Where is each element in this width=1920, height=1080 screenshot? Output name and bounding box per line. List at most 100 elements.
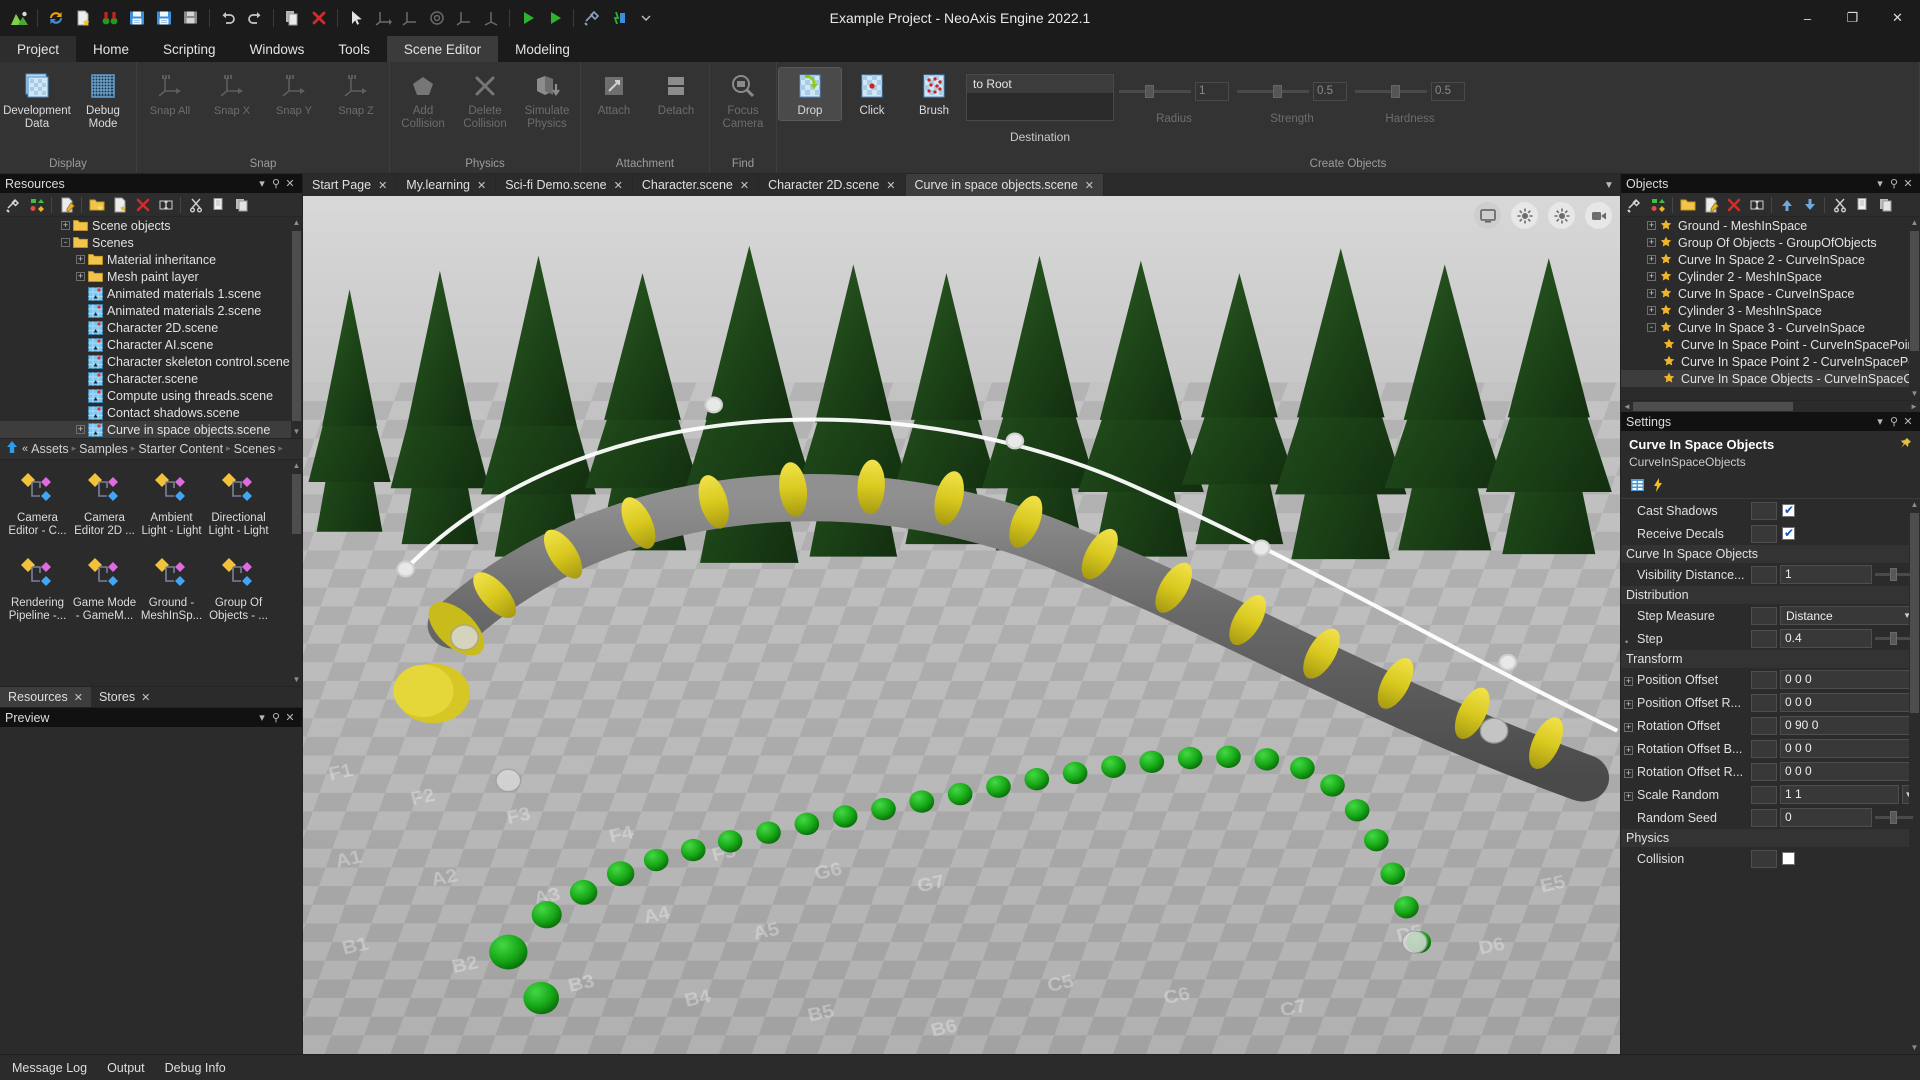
property-text-field[interactable]: 0 0 0 <box>1780 693 1915 712</box>
property-text-field[interactable]: 0 0 0 <box>1780 739 1915 758</box>
camera-video-icon[interactable] <box>1585 202 1612 229</box>
tree-expander-icon[interactable]: + <box>1645 304 1658 317</box>
edit-object-icon[interactable] <box>1700 195 1721 215</box>
scroll-right-icon[interactable]: ► <box>1908 402 1920 411</box>
double-left-icon[interactable]: « <box>22 443 28 455</box>
objects-tree-hscrollbar[interactable]: ◄ ► <box>1621 400 1920 412</box>
document-tab[interactable]: Start Page ✕ <box>303 174 398 196</box>
asset-item[interactable]: Ground - MeshInSp... <box>138 551 205 636</box>
refresh-icon[interactable] <box>43 5 69 31</box>
delete-icon[interactable] <box>306 5 332 31</box>
rotate-tool-icon[interactable] <box>397 5 423 31</box>
tree-expander-icon[interactable]: - <box>1645 321 1658 334</box>
ribbon-tab-scripting[interactable]: Scripting <box>146 36 233 62</box>
dropdown-icon[interactable]: ▾ <box>255 176 269 191</box>
close-icon[interactable]: ✕ <box>1901 176 1915 191</box>
new-file-icon[interactable] <box>70 5 96 31</box>
ribbon-tab-windows[interactable]: Windows <box>233 36 322 62</box>
property-slider[interactable] <box>1875 568 1913 581</box>
debug-icon[interactable] <box>606 5 632 31</box>
asset-item[interactable]: Camera Editor 2D ... <box>71 466 138 551</box>
breadcrumb-item-assets[interactable]: Assets <box>31 442 69 456</box>
ribbon-tab-home[interactable]: Home <box>76 36 146 62</box>
objects-tree-item[interactable]: Curve In Space Objects - CurveInSpaceObj… <box>1621 370 1920 387</box>
ribbon-button-click[interactable]: Click <box>841 68 903 120</box>
objects-tree-item[interactable]: + Cylinder 3 - MeshInSpace <box>1621 302 1920 319</box>
scroll-left-icon[interactable]: ◄ <box>1621 402 1633 411</box>
ribbon-button-drop[interactable]: Drop <box>778 67 842 121</box>
tab-overflow-icon[interactable]: ▼ <box>1598 174 1620 196</box>
hardness-slider[interactable] <box>1355 85 1427 98</box>
close-icon[interactable]: ✕ <box>378 179 387 192</box>
save-as-icon[interactable] <box>178 5 204 31</box>
sun-icon[interactable] <box>1548 202 1575 229</box>
cut-scissors-icon[interactable] <box>1829 195 1850 215</box>
tools-icon[interactable] <box>579 5 605 31</box>
redo-icon[interactable] <box>242 5 268 31</box>
property-slider[interactable] <box>1875 811 1913 824</box>
resources-tree-item[interactable]: + Curve in space objects.scene <box>0 421 302 438</box>
new-object-icon[interactable] <box>1677 195 1698 215</box>
tree-expander-icon[interactable]: + <box>74 270 87 283</box>
strength-slider[interactable] <box>1237 85 1309 98</box>
copy-pages-icon[interactable] <box>208 195 229 215</box>
resources-tree-item[interactable]: Character.scene <box>0 370 302 387</box>
undo-icon[interactable] <box>215 5 241 31</box>
ribbon-button-brush[interactable]: Brush <box>903 68 965 120</box>
minimize-button[interactable]: – <box>1785 0 1830 36</box>
objects-tree-item[interactable]: + Curve In Space 2 - CurveInSpace <box>1621 251 1920 268</box>
breadcrumb-item-starter-content[interactable]: Starter Content <box>138 442 223 456</box>
resources-tree-item[interactable]: Character 2D.scene <box>0 319 302 336</box>
select-cursor-icon[interactable] <box>343 5 369 31</box>
property-text-field[interactable]: 0 <box>1780 808 1872 827</box>
scale-tool-icon[interactable] <box>451 5 477 31</box>
ribbon-button-snap-x[interactable]: Snap X <box>201 68 263 120</box>
property-checkbox[interactable] <box>1782 503 1795 517</box>
axis-icon[interactable] <box>478 5 504 31</box>
property-text-field[interactable]: 0 90 0 <box>1780 716 1915 735</box>
save-icon[interactable] <box>124 5 150 31</box>
resources-tree-item[interactable]: Animated materials 2.scene <box>0 302 302 319</box>
asset-grid-scrollbar[interactable]: ▲ ▼ <box>291 459 302 686</box>
ribbon-button-snap-all[interactable]: Snap All <box>139 68 201 120</box>
tree-expander-icon[interactable]: + <box>1645 253 1658 266</box>
close-icon[interactable]: ✕ <box>283 176 297 191</box>
dropdown-icon[interactable]: ▾ <box>1873 176 1887 191</box>
property-combobox[interactable]: Distance ▼ <box>1780 606 1915 625</box>
tree-expander-icon[interactable]: + <box>74 423 87 436</box>
asset-item[interactable]: Rendering Pipeline -... <box>4 551 71 636</box>
asset-grid[interactable]: ▲ ▼ Camera Editor - C... Camera Editor 2D… <box>0 459 302 686</box>
ribbon-button-snap-y[interactable]: Snap Y <box>263 68 325 120</box>
objects-tree-item[interactable]: + Cylinder 2 - MeshInSpace <box>1621 268 1920 285</box>
document-tab[interactable]: Sci-fi Demo.scene ✕ <box>496 174 633 196</box>
resources-tree-item[interactable]: Animated materials 1.scene <box>0 285 302 302</box>
close-icon[interactable]: ✕ <box>74 691 83 704</box>
strength-value[interactable]: 0.5 <box>1313 82 1347 101</box>
play-alt-icon[interactable] <box>542 5 568 31</box>
property-checkbox[interactable] <box>1782 526 1795 540</box>
display-monitor-icon[interactable] <box>1474 202 1501 229</box>
ribbon-tab-tools[interactable]: Tools <box>321 36 387 62</box>
close-icon[interactable]: ✕ <box>886 179 895 192</box>
ribbon-button-development-data[interactable]: Development Data <box>2 68 72 133</box>
edit-file-icon[interactable] <box>56 195 77 215</box>
resources-tree-item[interactable]: Compute using threads.scene <box>0 387 302 404</box>
property-expander-icon[interactable]: + <box>1624 676 1633 686</box>
brightness-icon[interactable] <box>1511 202 1538 229</box>
status-bar-item[interactable]: Message Log <box>12 1061 87 1075</box>
paste-icon[interactable] <box>231 195 252 215</box>
new-resource-icon[interactable] <box>109 195 130 215</box>
play-icon[interactable] <box>515 5 541 31</box>
objects-tree-item[interactable]: Curve In Space Point - CurveInSpacePoint <box>1621 336 1920 353</box>
asset-item[interactable]: Ambient Light - Light <box>138 466 205 551</box>
property-text-field[interactable]: 1 <box>1780 565 1872 584</box>
ribbon-button-simulate-physics[interactable]: Simulate Physics <box>516 68 578 133</box>
copy-icon[interactable] <box>279 5 305 31</box>
destination-listbox[interactable]: to Root <box>966 74 1114 121</box>
delete-red-x-icon[interactable] <box>132 195 153 215</box>
pin-icon[interactable]: ⚲ <box>269 176 283 191</box>
copy-pages-icon[interactable] <box>1852 195 1873 215</box>
tree-expander-icon[interactable]: - <box>59 236 72 249</box>
neoaxis-logo-icon[interactable] <box>6 5 32 31</box>
breadcrumb-item-samples[interactable]: Samples <box>79 442 128 456</box>
